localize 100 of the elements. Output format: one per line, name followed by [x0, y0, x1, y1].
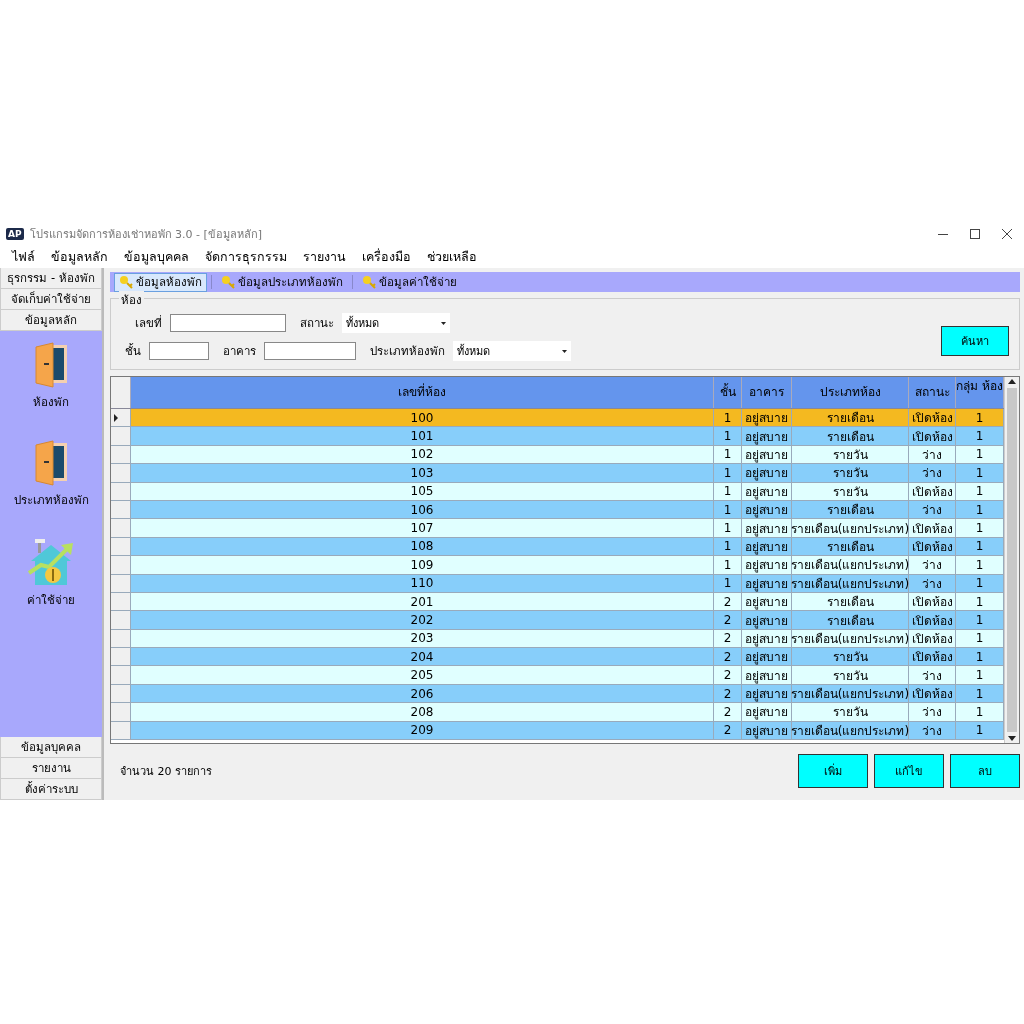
table-cell: อยู่สบาย	[742, 703, 792, 721]
field-label: อาคาร	[223, 343, 256, 360]
table-cell: 1	[714, 519, 742, 537]
key-icon	[119, 275, 133, 289]
sidebar-section[interactable]: ข้อมูลหลัก	[0, 310, 102, 331]
input-field[interactable]	[264, 342, 356, 360]
menu-item[interactable]: ช่วยเหลือ	[419, 247, 485, 267]
table-cell: อยู่สบาย	[742, 648, 792, 666]
record-count: จำนวน 20 รายการ	[119, 764, 212, 780]
sidebar-item[interactable]: ประเภทห้องพัก	[13, 491, 89, 509]
sidebar-item[interactable]: ห้องพัก	[33, 393, 69, 411]
table-cell: 1	[956, 556, 1004, 574]
table-cell: 109	[131, 556, 714, 574]
table-cell: อยู่สบาย	[742, 464, 792, 482]
door-icon[interactable]	[33, 439, 69, 487]
key-icon	[221, 275, 235, 289]
table-cell: 2	[714, 611, 742, 629]
table-cell: 1	[956, 666, 1004, 684]
column-header[interactable]: เลขที่ห้อง	[131, 377, 714, 408]
table-cell: เปิดห้อง	[909, 427, 956, 445]
input-field[interactable]	[170, 314, 286, 332]
sidebar-section[interactable]: ตั้งค่าระบบ	[0, 779, 102, 800]
sidebar-section[interactable]: จัดเก็บค่าใช้จ่าย	[0, 289, 102, 310]
sidebar-section[interactable]: รายงาน	[0, 758, 102, 779]
action-button[interactable]: เพิ่ม	[798, 754, 868, 788]
table-cell: 101	[131, 427, 714, 445]
field-label: สถานะ	[300, 315, 334, 332]
action-button[interactable]: ลบ	[950, 754, 1020, 788]
table-cell: อยู่สบาย	[742, 427, 792, 445]
tab[interactable]: ข้อมูลห้องพัก	[114, 272, 207, 292]
table-cell: 2	[714, 648, 742, 666]
field-label: เลขที่	[135, 314, 162, 332]
scroll-up-icon[interactable]	[1008, 379, 1016, 384]
dropdown[interactable]: ทั้งหมด	[453, 341, 571, 361]
table-cell: อยู่สบาย	[742, 519, 792, 537]
table-cell: เปิดห้อง	[909, 648, 956, 666]
door-icon[interactable]	[33, 341, 69, 389]
menu-item[interactable]: รายงาน	[295, 247, 354, 267]
close-icon[interactable]	[1002, 229, 1012, 239]
table-cell: 1	[956, 648, 1004, 666]
column-header[interactable]: อาคาร	[742, 377, 792, 408]
table-cell: อยู่สบาย	[742, 556, 792, 574]
window-title: โปรแกรมจัดการห้องเช่าหอพัก 3.0 - [ข้อมูลหลัก]	[29, 227, 264, 243]
table-cell: รายวัน	[792, 666, 909, 684]
table-cell: ว่าง	[909, 464, 956, 482]
table-cell: รายเดือน	[792, 427, 909, 445]
table-cell: 100	[131, 409, 714, 427]
table-cell: รายเดือน(แยกประเภท)	[792, 556, 909, 574]
table-cell: 103	[131, 464, 714, 482]
table-cell: 1	[714, 427, 742, 445]
dropdown-arrow-icon	[562, 349, 567, 353]
tab[interactable]: ข้อมูลค่าใช้จ่าย	[357, 272, 462, 292]
menu-item[interactable]: จัดการธุรกรรม	[197, 247, 295, 267]
table-cell: 2	[714, 703, 742, 721]
field-label: ชั้น	[125, 342, 141, 360]
table-cell: 1	[714, 464, 742, 482]
sidebar-section[interactable]: ข้อมูลบุคคล	[0, 737, 102, 758]
table-cell: ว่าง	[909, 556, 956, 574]
table-cell: 208	[131, 703, 714, 721]
menu-item[interactable]: ไฟล์	[4, 247, 43, 267]
app-logo: AP	[6, 228, 24, 240]
menu-item[interactable]: ข้อมูลบุคคล	[116, 247, 197, 267]
table-cell: 2	[714, 666, 742, 684]
column-header[interactable]: สถานะ	[909, 377, 956, 408]
scroll-down-icon[interactable]	[1008, 736, 1016, 741]
menu-item[interactable]: เครื่องมือ	[354, 247, 419, 267]
column-header[interactable]: ประเภทห้อง	[792, 377, 909, 408]
table-cell: รายเดือน	[792, 409, 909, 427]
table-cell: เปิดห้อง	[909, 611, 956, 629]
current-row-icon	[114, 413, 118, 422]
table-cell: 1	[714, 409, 742, 427]
search-button[interactable]: ค้นหา	[941, 326, 1009, 356]
action-button[interactable]: แก้ไข	[874, 754, 944, 788]
table-cell: 1	[956, 703, 1004, 721]
maximize-icon[interactable]	[970, 229, 980, 239]
table-cell: เปิดห้อง	[909, 409, 956, 427]
sidebar-item[interactable]: ค่าใช้จ่าย	[27, 591, 75, 609]
table-cell: ว่าง	[909, 703, 956, 721]
dropdown[interactable]: ทั้งหมด	[342, 313, 450, 333]
table-cell: 1	[956, 611, 1004, 629]
key-icon	[362, 275, 376, 289]
table-cell: เปิดห้อง	[909, 519, 956, 537]
table-cell: 1	[956, 427, 1004, 445]
table-cell: รายเดือน	[792, 611, 909, 629]
table-cell: รายวัน	[792, 703, 909, 721]
field-label: ประเภทห้องพัก	[370, 343, 445, 360]
table-cell: 107	[131, 519, 714, 537]
scrollbar[interactable]	[1004, 377, 1019, 743]
input-field[interactable]	[149, 342, 209, 360]
row-header[interactable]	[111, 409, 131, 427]
table-cell: อยู่สบาย	[742, 409, 792, 427]
tab[interactable]: ข้อมูลประเภทห้องพัก	[216, 272, 348, 292]
table-cell: 205	[131, 666, 714, 684]
house-chart-icon[interactable]	[27, 537, 75, 587]
menu-item[interactable]: ข้อมูลหลัก	[43, 247, 116, 267]
table-cell: 204	[131, 648, 714, 666]
table-cell: 1	[714, 556, 742, 574]
sidebar-section[interactable]: ธุรกรรม - ห้องพัก	[0, 268, 102, 289]
column-header[interactable]: ชั้น	[714, 377, 742, 408]
table-cell: 1	[956, 464, 1004, 482]
